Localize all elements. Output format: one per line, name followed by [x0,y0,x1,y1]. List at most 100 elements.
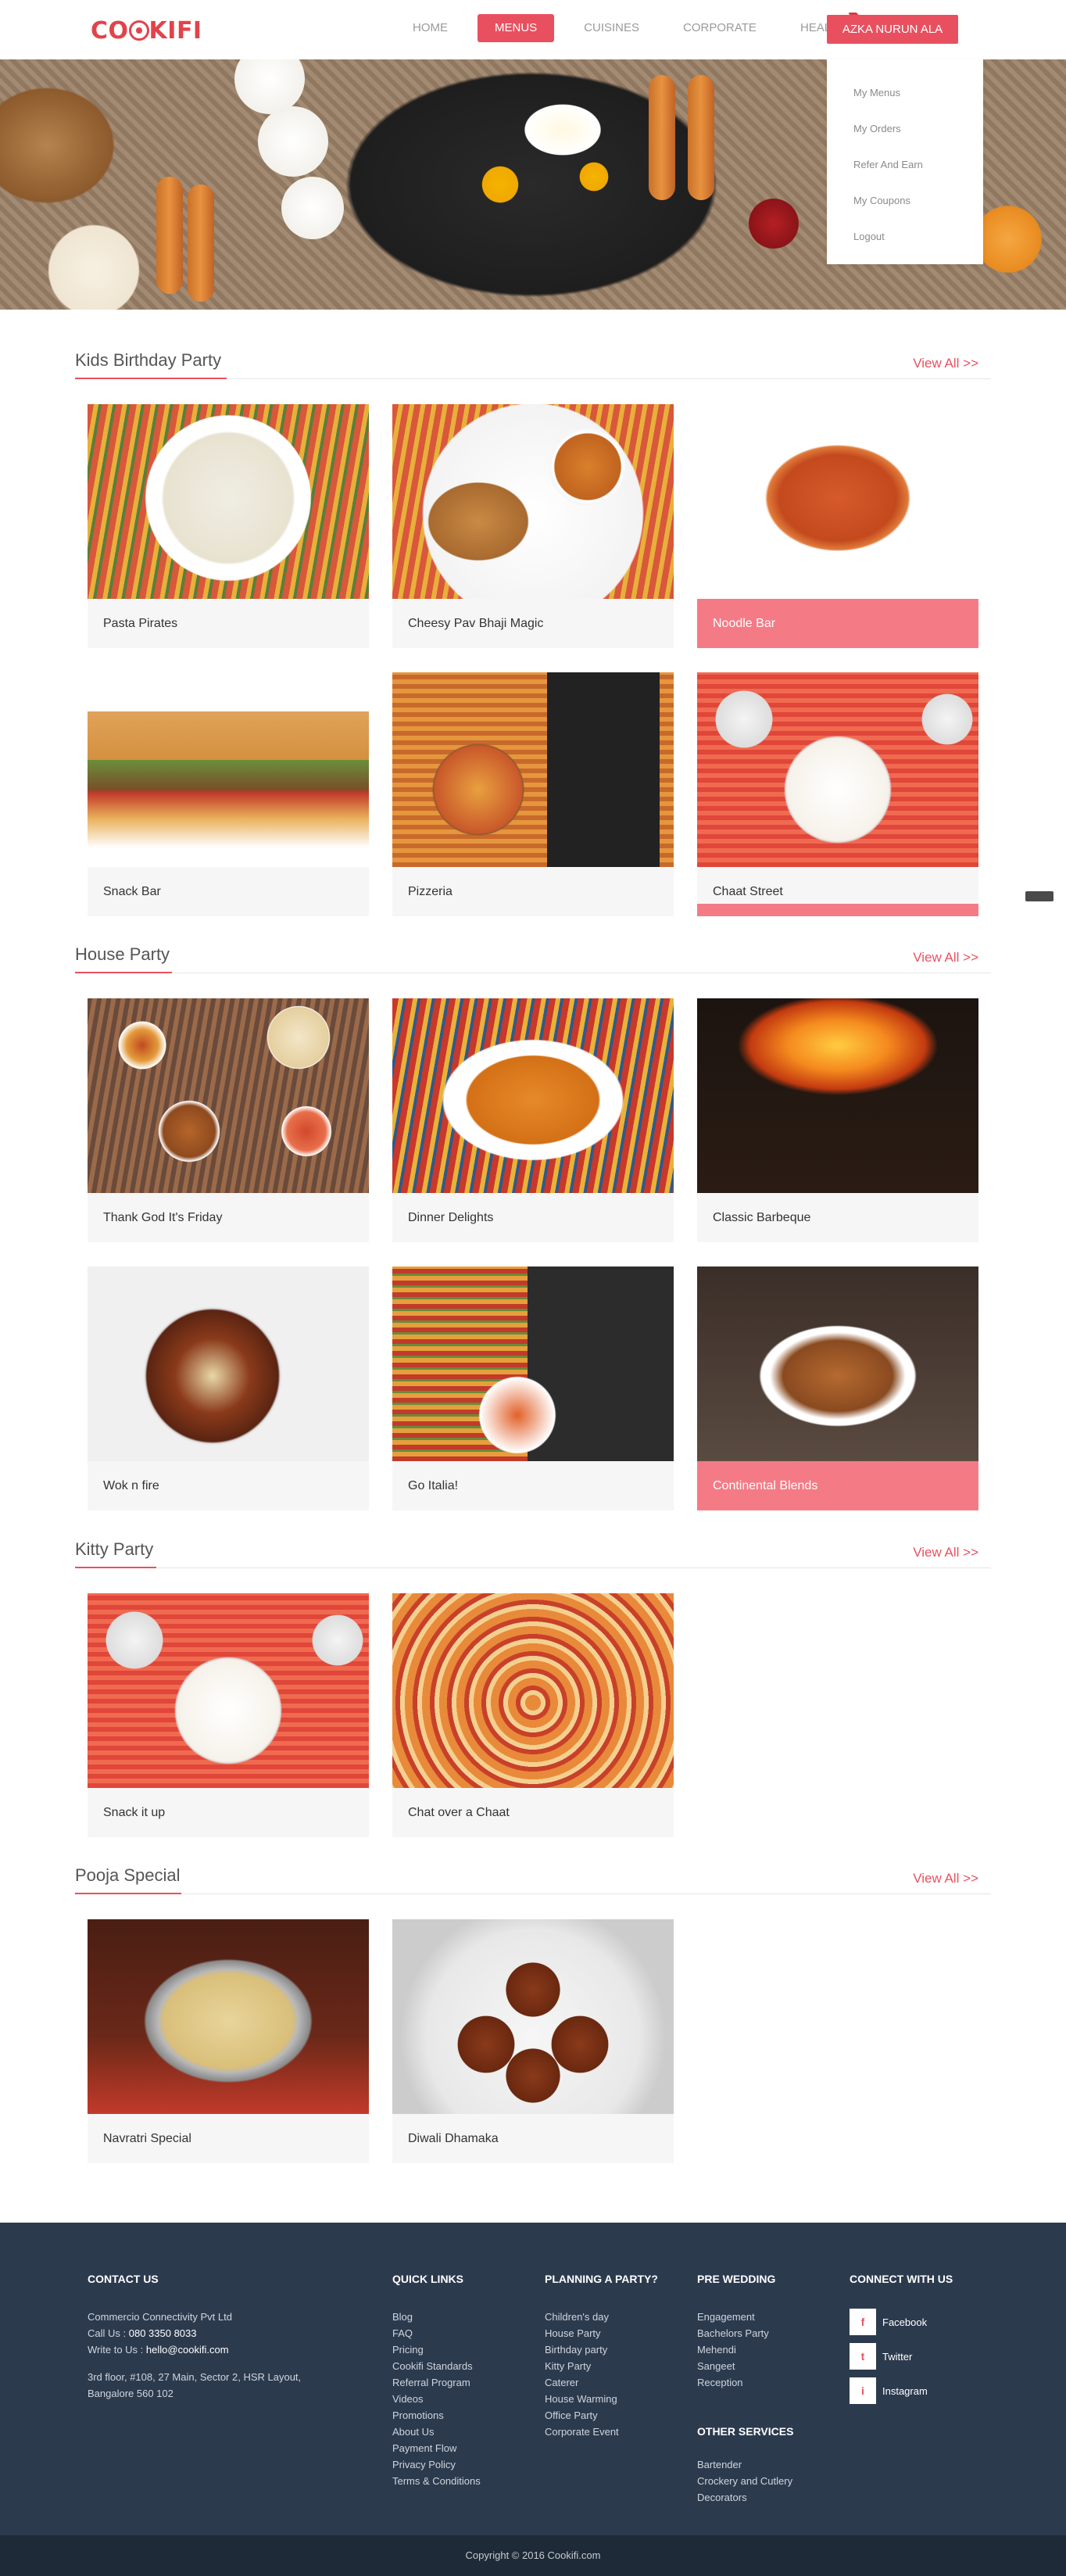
footer-link[interactable]: Videos [392,2391,481,2407]
email-link[interactable]: hello@cookifi.com [146,2344,229,2356]
footer-planning: PLANNING A PARTY? Children's day House P… [545,2273,658,2440]
menu-card[interactable]: Dinner Delights [392,998,674,1242]
nav-menus[interactable]: MENUS [478,14,555,42]
menu-card-title: Classic Barbeque [713,1211,811,1224]
user-account-button[interactable]: AZKA NURUN ALA [827,15,958,44]
section-divider [75,1567,991,1568]
menu-card[interactable]: Pizzeria [392,672,674,916]
menu-card-title: Cheesy Pav Bhaji Magic [408,617,544,630]
section-accent-underline [75,1893,181,1894]
food-image [88,404,369,599]
menu-card[interactable]: Snack it up [88,1593,369,1837]
menu-card[interactable]: Noodle Bar [697,404,978,648]
footer-heading: CONNECT WITH US [850,2273,953,2285]
footer-link[interactable]: Blog [392,2309,481,2325]
instagram-link[interactable]: i Instagram [850,2377,953,2404]
section-accent-underline [75,972,172,973]
footer-heading: PRE WEDDING [697,2273,776,2285]
footer-connect: CONNECT WITH US f Facebook t Twitter i I… [850,2273,953,2412]
food-image [88,1267,369,1461]
instagram-label: Instagram [882,2384,928,2397]
menu-card-title: Snack Bar [103,885,161,898]
footer-link[interactable]: Cookifi Standards [392,2358,481,2374]
footer-link[interactable]: Payment Flow [392,2440,481,2456]
food-image [88,1919,369,2114]
menu-card[interactable]: Chat over a Chaat [392,1593,674,1837]
menu-card[interactable]: Thank God It's Friday [88,998,369,1242]
view-all-kitty-party[interactable]: View All >> [913,1545,978,1560]
view-all-kids-birthday[interactable]: View All >> [913,356,978,371]
menu-card[interactable]: Cheesy Pav Bhaji Magic [392,404,674,648]
footer-link[interactable]: Bartender [697,2456,793,2473]
footer-link[interactable]: About Us [392,2424,481,2440]
hero-sausage [156,177,183,294]
footer-link[interactable]: Privacy Policy [392,2456,481,2473]
hero-sausage [688,75,714,200]
nav-home[interactable]: HOME [399,14,462,42]
footer-link[interactable]: Decorators [697,2489,793,2506]
footer-link[interactable]: House Party [545,2325,658,2341]
menu-card-title: Pizzeria [408,885,453,898]
footer-quick-links: QUICK LINKS Blog FAQ Pricing Cookifi Sta… [392,2273,481,2489]
menu-my-orders[interactable]: My Orders [827,111,983,147]
phone-label: Call Us : [88,2327,129,2339]
email-label: Write to Us : [88,2344,146,2356]
menu-card[interactable]: Snack Bar [88,672,369,916]
site-header: COKIFI HOME MENUS CUISINES CORPORATE HEA… [0,0,1066,59]
footer-heading: CONTACT US [88,2273,159,2285]
footer-link[interactable]: Bachelors Party [697,2325,793,2341]
menu-card[interactable]: Go Italia! [392,1267,674,1510]
food-image [392,404,674,599]
menu-card-title: Thank God It's Friday [103,1211,223,1224]
caption-accent-bar [697,904,978,916]
footer-link[interactable]: Referral Program [392,2374,481,2391]
footer-link[interactable]: Mehendi [697,2341,793,2358]
footer-link[interactable]: Kitty Party [545,2358,658,2374]
cookifi-logo[interactable]: CO KIFI [91,17,202,45]
footer-link[interactable]: Promotions [392,2407,481,2424]
footer-link[interactable]: Crockery and Cutlery [697,2473,793,2489]
nav-corporate[interactable]: CORPORATE [669,14,771,42]
hero-sausage [649,75,675,200]
phone-number[interactable]: 080 3350 8033 [129,2327,197,2339]
menu-card[interactable]: Continental Blends [697,1267,978,1510]
footer-link[interactable]: Reception [697,2374,793,2391]
menu-card[interactable]: Wok n fire [88,1267,369,1510]
food-image [392,1593,674,1788]
phone-line: Call Us : 080 3350 8033 [88,2325,301,2341]
footer-link[interactable]: Office Party [545,2407,658,2424]
main-nav: HOME MENUS CUISINES CORPORATE HEALTHY [399,14,878,42]
footer-link[interactable]: Pricing [392,2341,481,2358]
food-image [392,998,674,1193]
footer-link[interactable]: Birthday party [545,2341,658,2358]
footer-link[interactable]: House Warming [545,2391,658,2407]
twitter-label: Twitter [882,2350,913,2363]
view-all-house-party[interactable]: View All >> [913,950,978,966]
menu-card-title: Go Italia! [408,1479,459,1492]
footer-link[interactable]: Caterer [545,2374,658,2391]
side-feedback-tab[interactable] [1025,891,1053,901]
menu-my-coupons[interactable]: My Coupons [827,183,983,219]
menu-card[interactable]: Chaat Street [697,672,978,916]
menu-card[interactable]: Classic Barbeque [697,998,978,1242]
menu-refer-and-earn[interactable]: Refer And Earn [827,147,983,183]
menu-logout[interactable]: Logout [827,219,983,255]
footer-link[interactable]: FAQ [392,2325,481,2341]
menu-my-menus[interactable]: My Menus [827,75,983,111]
user-menu-dropdown: My Menus My Orders Refer And Earn My Cou… [827,59,983,264]
twitter-link[interactable]: t Twitter [850,2343,953,2370]
footer-link[interactable]: Corporate Event [545,2424,658,2440]
menu-card[interactable]: Diwali Dhamaka [392,1919,674,2163]
view-all-pooja-special[interactable]: View All >> [913,1871,978,1886]
menu-card-title: Chat over a Chaat [408,1806,510,1819]
menu-card-title: Continental Blends [697,1461,978,1510]
menu-card[interactable]: Navratri Special [88,1919,369,2163]
facebook-link[interactable]: f Facebook [850,2309,953,2335]
nav-cuisines[interactable]: CUISINES [570,14,653,42]
footer-link[interactable]: Engagement [697,2309,793,2325]
footer-heading: OTHER SERVICES [697,2425,794,2438]
footer-link[interactable]: Terms & Conditions [392,2473,481,2489]
footer-link[interactable]: Sangeet [697,2358,793,2374]
footer-link[interactable]: Children's day [545,2309,658,2325]
menu-card[interactable]: Pasta Pirates [88,404,369,648]
